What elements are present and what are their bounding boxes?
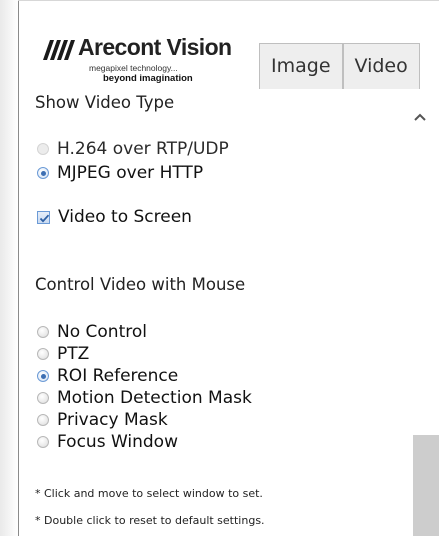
radio-button[interactable] xyxy=(37,348,49,360)
checkbox[interactable] xyxy=(37,210,50,224)
radio-button[interactable] xyxy=(37,414,49,426)
settings-panel: Arecont Vision megapixel technology... b… xyxy=(18,1,439,536)
radio-label: Focus Window xyxy=(57,432,178,452)
tab-bar: Image Video xyxy=(259,43,420,90)
radio-h264-rtp-udp[interactable]: H.264 over RTP/UDP xyxy=(37,138,229,160)
logo-brand: Arecont Vision xyxy=(41,34,232,62)
show-video-type-title: Show Video Type xyxy=(35,93,175,112)
radio-label: MJPEG over HTTP xyxy=(57,163,204,183)
chevron-up-icon[interactable] xyxy=(413,111,427,123)
vertical-scrollbar[interactable] xyxy=(399,89,439,536)
window-shadow xyxy=(0,0,18,536)
radio-mjpeg-http[interactable]: MJPEG over HTTP xyxy=(37,162,203,184)
radio-privacy-mask[interactable]: Privacy Mask xyxy=(37,409,168,431)
tab-image[interactable]: Image xyxy=(259,43,343,89)
radio-button[interactable] xyxy=(37,436,49,448)
radio-button[interactable] xyxy=(37,370,49,382)
logo-brand-text: Arecont Vision xyxy=(78,34,232,60)
radio-no-control[interactable]: No Control xyxy=(37,321,147,343)
header: Arecont Vision megapixel technology... b… xyxy=(19,1,439,89)
camera-settings-window: Arecont Vision megapixel technology... b… xyxy=(0,0,439,536)
help-note-select: * Click and move to select window to set… xyxy=(35,487,263,500)
radio-label: PTZ xyxy=(57,344,90,364)
logo-tagline-1: megapixel technology... xyxy=(89,63,178,73)
logo-tagline-2: beyond imagination xyxy=(103,73,193,84)
settings-body: Show Video Type H.264 over RTP/UDP MJPEG… xyxy=(19,89,439,536)
help-note-reset: * Double click to reset to default setti… xyxy=(35,514,265,527)
radio-ptz[interactable]: PTZ xyxy=(37,343,89,365)
radio-label: Privacy Mask xyxy=(57,410,168,430)
radio-button[interactable] xyxy=(37,143,49,155)
control-video-title: Control Video with Mouse xyxy=(35,275,246,294)
brand-logo: Arecont Vision megapixel technology... b… xyxy=(41,34,239,86)
radio-label: ROI Reference xyxy=(57,366,179,386)
checkbox-label: Video to Screen xyxy=(58,207,192,227)
video-to-screen-checkbox[interactable]: Video to Screen xyxy=(37,206,192,228)
radio-label: Motion Detection Mask xyxy=(57,388,252,408)
radio-roi-reference[interactable]: ROI Reference xyxy=(37,365,178,387)
radio-motion-detection-mask[interactable]: Motion Detection Mask xyxy=(37,387,252,409)
radio-button[interactable] xyxy=(37,392,49,404)
check-icon xyxy=(39,214,50,223)
radio-label: No Control xyxy=(57,322,147,342)
logo-mark-icon xyxy=(43,40,75,60)
tab-video[interactable]: Video xyxy=(342,43,420,89)
scrollbar-thumb[interactable] xyxy=(413,435,439,536)
radio-label: H.264 over RTP/UDP xyxy=(57,139,229,159)
radio-button[interactable] xyxy=(37,167,49,179)
radio-focus-window[interactable]: Focus Window xyxy=(37,431,178,453)
radio-button[interactable] xyxy=(37,326,49,338)
